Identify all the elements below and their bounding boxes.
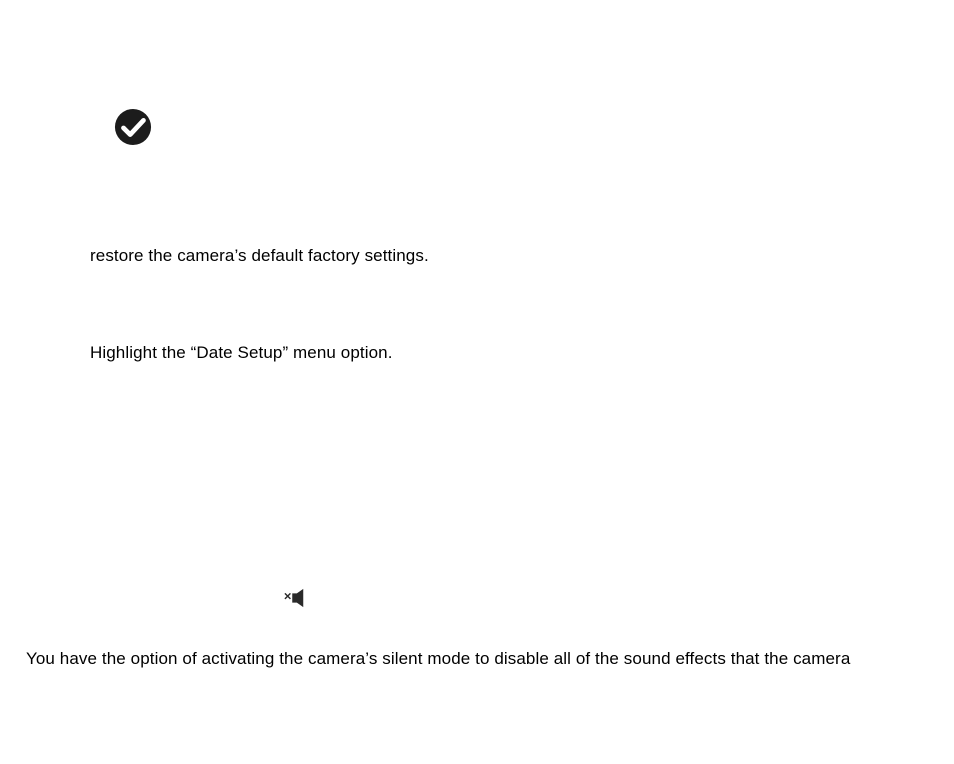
text-restore-defaults: restore the camera’s default factory set…	[90, 246, 429, 266]
text-highlight-date-setup: Highlight the “Date Setup” menu option.	[90, 343, 393, 363]
text-silent-mode-description: You have the option of activating the ca…	[26, 649, 850, 669]
speaker-mute-icon	[284, 588, 306, 608]
document-page: restore the camera’s default factory set…	[0, 0, 954, 764]
check-circle-icon	[114, 108, 152, 146]
